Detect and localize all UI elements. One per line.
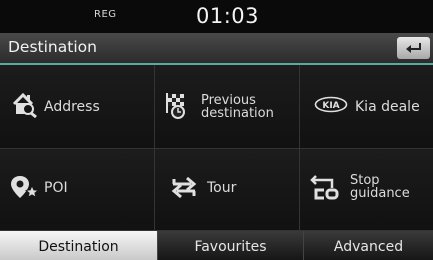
- tour-label: Tour: [207, 180, 237, 196]
- tab-advanced[interactable]: Advanced: [304, 231, 433, 260]
- kia-logo-icon: KIA: [314, 96, 348, 113]
- previous-destination-label: Previous destination: [201, 94, 274, 120]
- checkered-flag-clock-icon: [166, 93, 185, 119]
- kia-dealer-button[interactable]: KIA Kia deale: [300, 65, 433, 149]
- address-button[interactable]: Address: [0, 65, 155, 149]
- stop-guidance-icon: [310, 175, 339, 200]
- status-bar: REG 01:03: [0, 0, 433, 33]
- tour-button[interactable]: Tour: [155, 149, 300, 231]
- poi-label: POI: [44, 180, 68, 196]
- previous-label-line2: destination: [201, 106, 274, 121]
- navigation-screen: REG 01:03 Destination Address Previous d…: [0, 0, 433, 260]
- tour-arrows-icon: [171, 176, 197, 199]
- back-button[interactable]: [397, 37, 430, 59]
- title-bar: Destination: [0, 33, 433, 65]
- previous-destination-button[interactable]: Previous destination: [155, 65, 300, 149]
- poi-button[interactable]: POI: [0, 149, 155, 231]
- kia-dealer-label: Kia deale: [355, 99, 420, 115]
- page-title: Destination: [8, 38, 97, 56]
- stop-label-line2: guidance: [350, 186, 410, 201]
- stop-guidance-label: Stop guidance: [350, 174, 410, 200]
- back-arrow-icon: [406, 43, 421, 53]
- poi-icon: [11, 176, 40, 198]
- clock: 01:03: [196, 4, 260, 28]
- bottom-tab-bar: Destination Favourites Advanced: [0, 231, 433, 260]
- tab-destination[interactable]: Destination: [0, 231, 158, 260]
- house-search-icon: [12, 92, 37, 118]
- kia-logo-text: KIA: [322, 101, 339, 111]
- address-label: Address: [44, 99, 100, 115]
- status-label: REG: [94, 9, 117, 20]
- stop-guidance-button[interactable]: Stop guidance: [300, 149, 433, 231]
- tab-favourites[interactable]: Favourites: [158, 231, 304, 260]
- destination-menu: Address Previous destination KIA Kia dea…: [0, 65, 433, 231]
